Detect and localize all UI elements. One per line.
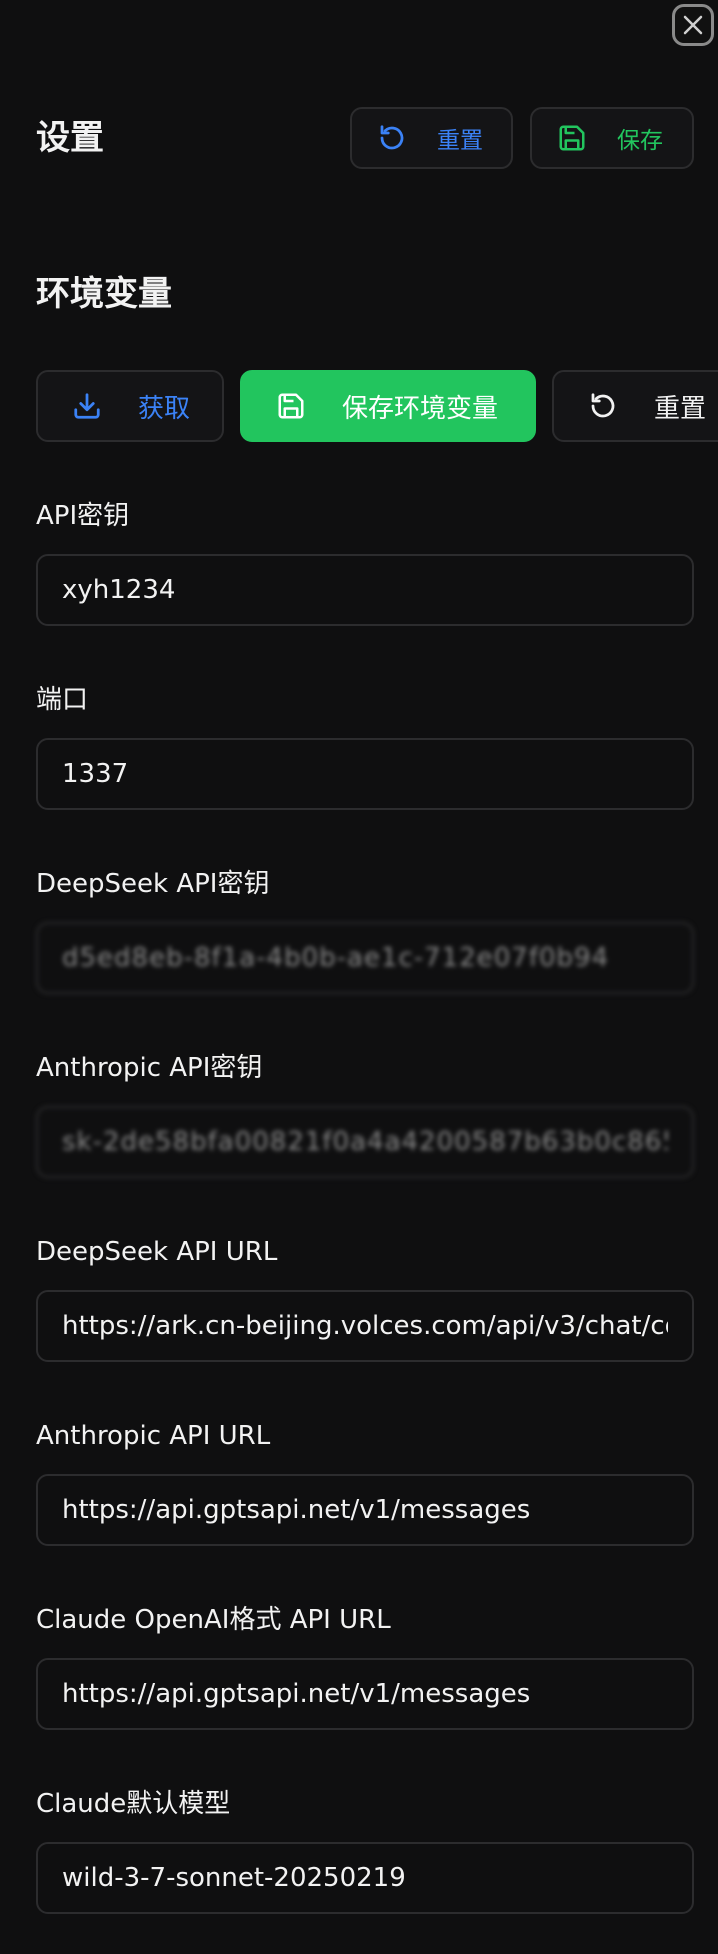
reset-icon [591, 393, 615, 418]
page-title: 设置 [36, 118, 104, 158]
reset-button-label: 重置 [437, 128, 483, 154]
settings-panel: 设置 重置 保存 环境变量 获取 保存环境变量 重置 API密钥 xyh1234… [0, 0, 718, 1954]
save-button-label: 保存 [617, 128, 663, 154]
reset-button[interactable]: 重置 [350, 107, 513, 169]
close-button[interactable] [672, 4, 714, 46]
field-label-deepseek-api-url: DeepSeek API URL [36, 1237, 278, 1267]
fetch-button[interactable]: 获取 [36, 370, 224, 442]
env-reset-button-label: 重置 [654, 393, 707, 424]
deepseek-api-key-input[interactable] [36, 922, 694, 994]
save-env-button-label: 保存环境变量 [342, 393, 499, 424]
save-button[interactable]: 保存 [530, 107, 694, 169]
close-icon [683, 15, 703, 35]
anthropic-api-url-input[interactable] [36, 1474, 694, 1546]
field-label-claude-default-model: Claude默认模型 [36, 1789, 231, 1819]
claude-default-model-input[interactable] [36, 1842, 694, 1914]
claude-openai-url-input[interactable] [36, 1658, 694, 1730]
deepseek-api-url-input[interactable] [36, 1290, 694, 1362]
save-env-button[interactable]: 保存环境变量 [240, 370, 536, 442]
field-label-anthropic-api-url: Anthropic API URL [36, 1421, 271, 1451]
field-label-anthropic-api-key: Anthropic API密钥 [36, 1053, 263, 1083]
port-input[interactable] [36, 738, 694, 810]
field-label-claude-openai-url: Claude OpenAI格式 API URL [36, 1605, 391, 1635]
field-label-api-key: API密钥 [36, 501, 130, 531]
api-key-input[interactable] [36, 554, 694, 626]
field-label-port: 端口 [36, 685, 89, 715]
save-icon [278, 393, 304, 419]
fetch-button-label: 获取 [138, 393, 191, 424]
env-reset-button[interactable]: 重置 [552, 370, 718, 442]
download-icon [74, 393, 100, 419]
reset-icon [380, 125, 404, 150]
save-icon [559, 125, 585, 151]
anthropic-api-key-input[interactable] [36, 1106, 694, 1178]
field-label-deepseek-api-key: DeepSeek API密钥 [36, 869, 270, 899]
section-title-env: 环境变量 [36, 274, 172, 314]
